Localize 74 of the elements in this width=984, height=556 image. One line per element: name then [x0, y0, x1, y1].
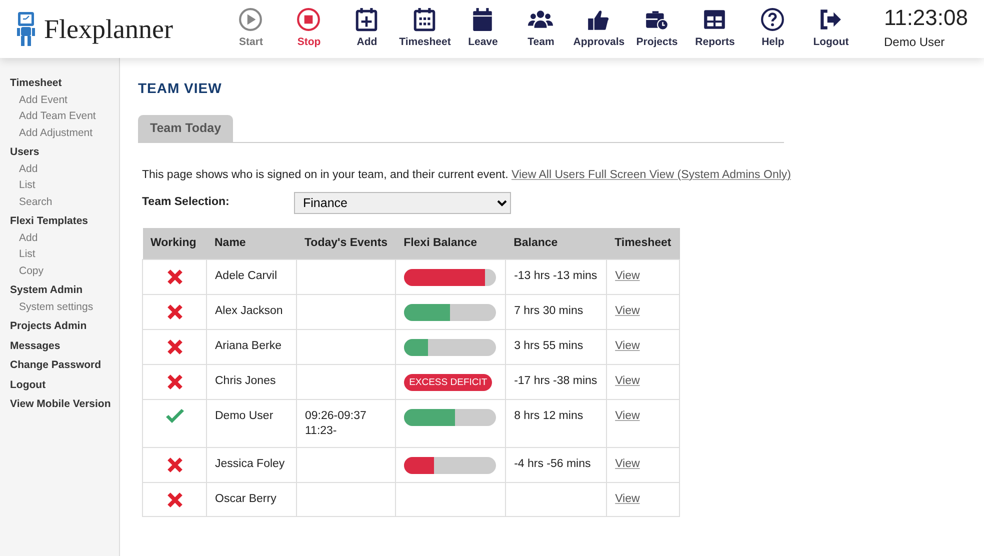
table-cell: 7 hrs 30 mins — [506, 294, 607, 330]
calendar-icon — [412, 7, 438, 32]
table-cell: 3 hrs 55 mins — [506, 329, 607, 364]
event-time: 09:26-09:37 — [305, 408, 368, 424]
sidebar-item[interactable]: Copy — [10, 262, 109, 279]
table-cell: -17 hrs -38 mins — [506, 364, 607, 400]
sidebar-item[interactable]: List — [10, 246, 109, 262]
sidebar-heading[interactable]: Messages — [10, 338, 109, 354]
timesheet-button[interactable]: Timesheet — [396, 7, 454, 51]
column-header: Timesheet — [606, 228, 680, 260]
sidebar-item[interactable]: Add Event — [10, 92, 109, 108]
intro-text: This page shows who is signed on in your team, and their current event. — [142, 168, 510, 181]
field-label: Team Selection: — [142, 195, 230, 210]
sidebar-item[interactable]: Add — [10, 160, 109, 177]
user-name: Demo User — [884, 34, 946, 51]
view-link[interactable]: View — [615, 410, 640, 422]
add-button[interactable]: Add — [338, 7, 396, 51]
reports-button[interactable]: Reports — [686, 7, 744, 51]
view-link[interactable]: View — [615, 492, 640, 505]
calendar-plus-icon — [354, 7, 380, 32]
table-cell: 8 hrs 12 mins — [506, 399, 607, 448]
view-link[interactable]: View — [615, 458, 640, 470]
team-button[interactable]: Team — [512, 7, 570, 51]
logo-icon — [16, 11, 36, 47]
projects-button[interactable]: Projects — [628, 7, 686, 51]
team-select[interactable]: Finance — [294, 192, 511, 214]
table-cell: Oscar Berry — [206, 482, 296, 516]
approvals-button[interactable]: Approvals — [570, 7, 628, 51]
table-cell: Demo User — [206, 399, 296, 448]
stop-button[interactable]: Stop — [280, 7, 338, 51]
table-cell: Jessica Foley — [206, 447, 296, 482]
status-badge: EXCESS DEFICIT — [404, 374, 492, 391]
view-link[interactable]: View — [615, 270, 640, 282]
sidebar-item[interactable]: Add Team Event — [10, 108, 109, 124]
stop-icon — [296, 7, 322, 32]
view-link[interactable]: View — [615, 340, 640, 352]
help-icon — [760, 7, 786, 32]
view-link[interactable]: View — [615, 374, 640, 387]
sidebar-heading[interactable]: System Admin — [10, 282, 109, 298]
full-screen-link[interactable]: View All Users Full Screen View (System Admins Only) — [511, 168, 791, 181]
column-header: Today's Events — [296, 228, 396, 260]
sidebar-heading[interactable]: View Mobile Version — [10, 396, 109, 412]
logout-button[interactable]: Logout — [802, 7, 860, 51]
tab[interactable]: Team Today — [138, 115, 234, 142]
sidebar-item[interactable]: System settings — [10, 298, 109, 315]
sidebar-item[interactable]: List — [10, 177, 109, 194]
sidebar-heading[interactable]: Projects Admin — [10, 318, 109, 334]
logout-icon — [818, 7, 844, 32]
sidebar-heading[interactable]: Change Password — [10, 357, 109, 374]
sidebar-heading[interactable]: Flexi Templates — [10, 213, 109, 230]
event-time: 11:23- — [305, 424, 338, 439]
table-cell: -4 hrs -56 mins — [506, 447, 607, 482]
sidebar-heading[interactable]: Users — [10, 144, 109, 160]
table-cell: -13 hrs -13 mins — [506, 259, 607, 294]
column-header: Balance — [506, 228, 607, 260]
sidebar-item[interactable]: Add Adjustment — [10, 124, 109, 141]
page-title: TEAM VIEW — [138, 79, 223, 98]
play-icon — [238, 7, 264, 32]
help-button[interactable]: Help — [744, 7, 802, 51]
table-cell: Adele Carvil — [206, 259, 296, 294]
sidebar-item[interactable]: Add — [10, 230, 109, 246]
sidebar-item[interactable]: Search — [10, 194, 109, 210]
app-name: Flexplanner — [44, 12, 173, 46]
view-link[interactable]: View — [615, 304, 640, 317]
table-cell: Chris Jones — [206, 364, 296, 400]
table-cell: Ariana Berke — [206, 329, 296, 364]
sidebar-heading[interactable]: Timesheet — [10, 75, 109, 92]
column-header: Flexi Balance — [396, 228, 506, 260]
table-cell: Alex Jackson — [206, 294, 296, 330]
sidebar-heading[interactable]: Logout — [10, 376, 109, 393]
column-header: Working — [142, 228, 206, 260]
column-header: Name — [206, 228, 296, 260]
leave-button[interactable]: Leave — [454, 7, 512, 51]
clock-time: 11:23:08 — [884, 7, 968, 29]
